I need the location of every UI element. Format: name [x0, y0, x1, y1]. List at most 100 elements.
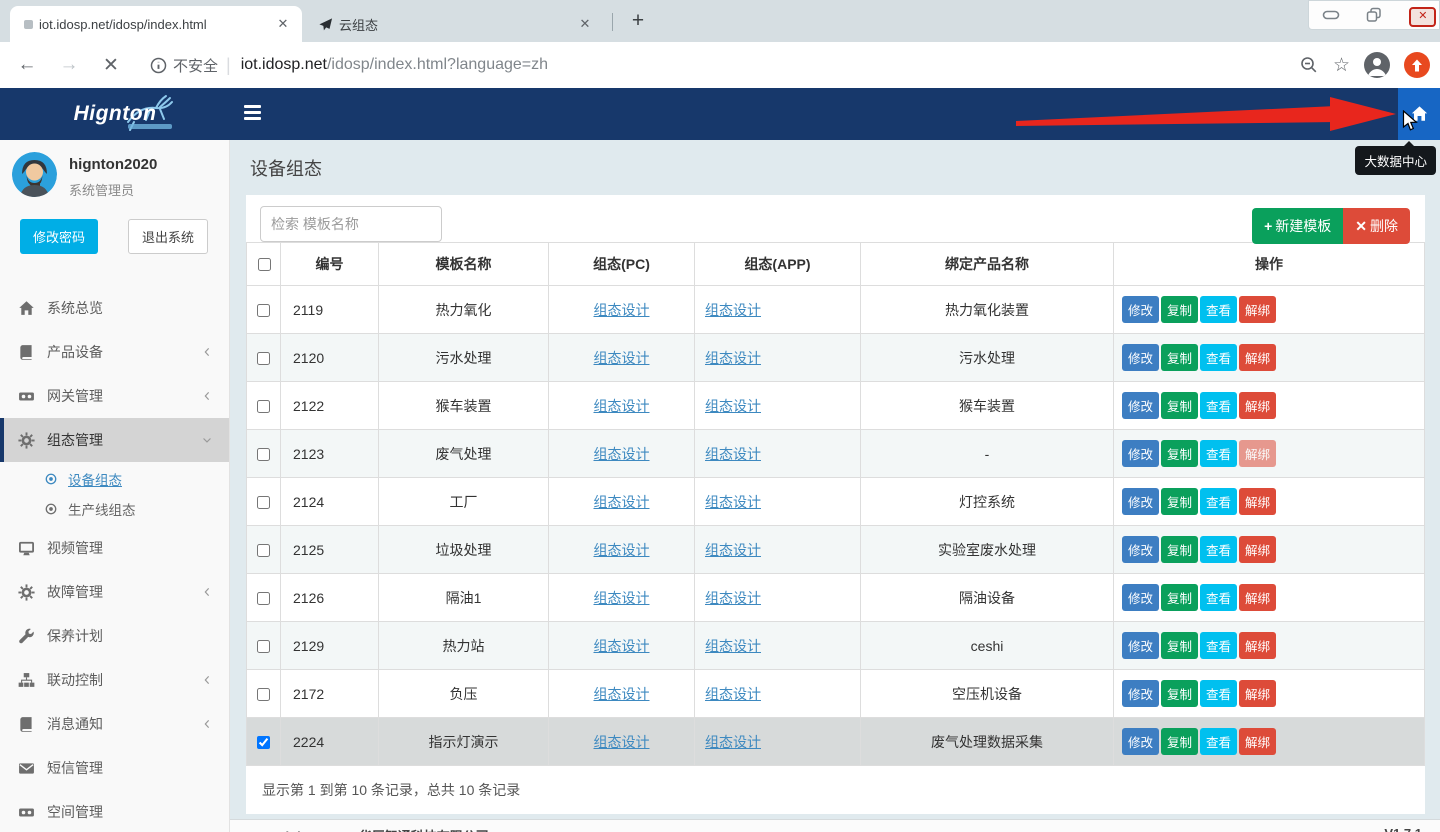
sidebar-item-0[interactable]: 系统总览 — [0, 286, 229, 330]
copy-button[interactable]: 复制 — [1161, 296, 1198, 323]
pc-design-link[interactable]: 组态设计 — [594, 398, 650, 414]
row-checkbox[interactable] — [257, 496, 270, 509]
copy-button[interactable]: 复制 — [1161, 536, 1198, 563]
unbind-button[interactable]: 解绑 — [1239, 680, 1276, 707]
delete-button[interactable]: ✕ 删除 — [1343, 208, 1410, 244]
sidebar-item-4[interactable]: 视频管理 — [0, 526, 229, 570]
unbind-button[interactable]: 解绑 — [1239, 584, 1276, 611]
unbind-button[interactable]: 解绑 — [1239, 440, 1276, 467]
view-button[interactable]: 查看 — [1200, 632, 1237, 659]
edit-button[interactable]: 修改 — [1122, 536, 1159, 563]
browser-tab-1[interactable]: iot.idosp.net/idosp/index.html ✕ — [10, 6, 302, 42]
unbind-button[interactable]: 解绑 — [1239, 296, 1276, 323]
new-tab-button[interactable]: + — [624, 8, 652, 36]
row-checkbox[interactable] — [257, 304, 270, 317]
row-checkbox[interactable] — [257, 592, 270, 605]
tab-close-icon[interactable]: ✕ — [274, 15, 292, 33]
view-button[interactable]: 查看 — [1200, 296, 1237, 323]
bookmark-star-icon[interactable]: ☆ — [1333, 54, 1350, 77]
edit-button[interactable]: 修改 — [1122, 680, 1159, 707]
app-design-link[interactable]: 组态设计 — [705, 494, 761, 510]
app-design-link[interactable]: 组态设计 — [705, 542, 761, 558]
window-close-icon[interactable]: ✕ ✕ — [1404, 5, 1430, 25]
copy-button[interactable]: 复制 — [1161, 584, 1198, 611]
unbind-button[interactable]: 解绑 — [1239, 728, 1276, 755]
pc-design-link[interactable]: 组态设计 — [594, 734, 650, 750]
edit-button[interactable]: 修改 — [1122, 344, 1159, 371]
copy-button[interactable]: 复制 — [1161, 440, 1198, 467]
profile-avatar-icon[interactable] — [1364, 52, 1390, 78]
zoom-out-icon[interactable] — [1299, 55, 1319, 75]
copy-button[interactable]: 复制 — [1161, 392, 1198, 419]
view-button[interactable]: 查看 — [1200, 488, 1237, 515]
info-icon[interactable] — [150, 57, 167, 74]
omnibox[interactable]: 不安全 | iot.idosp.net /idosp/index.html?la… — [150, 55, 548, 76]
home-button[interactable] — [1398, 88, 1440, 140]
unbind-button[interactable]: 解绑 — [1239, 536, 1276, 563]
unbind-button[interactable]: 解绑 — [1239, 488, 1276, 515]
app-design-link[interactable]: 组态设计 — [705, 638, 761, 654]
copy-button[interactable]: 复制 — [1161, 488, 1198, 515]
app-design-link[interactable]: 组态设计 — [705, 446, 761, 462]
copy-button[interactable]: 复制 — [1161, 728, 1198, 755]
edit-button[interactable]: 修改 — [1122, 296, 1159, 323]
view-button[interactable]: 查看 — [1200, 440, 1237, 467]
sidebar-item-2[interactable]: 网关管理 — [0, 374, 229, 418]
unbind-button[interactable]: 解绑 — [1239, 344, 1276, 371]
sidebar-item-6[interactable]: 保养计划 — [0, 614, 229, 658]
view-button[interactable]: 查看 — [1200, 728, 1237, 755]
app-design-link[interactable]: 组态设计 — [705, 590, 761, 606]
browser-tab-2[interactable]: 云组态 ✕ — [308, 6, 604, 42]
edit-button[interactable]: 修改 — [1122, 488, 1159, 515]
pc-design-link[interactable]: 组态设计 — [594, 494, 650, 510]
sidebar-item-8[interactable]: 消息通知 — [0, 702, 229, 746]
view-button[interactable]: 查看 — [1200, 680, 1237, 707]
sidebar-item-3[interactable]: 组态管理 — [0, 418, 229, 462]
sidebar-item-5[interactable]: 故障管理 — [0, 570, 229, 614]
unbind-button[interactable]: 解绑 — [1239, 392, 1276, 419]
sidebar-subitem-3-0[interactable]: 设备组态 — [0, 464, 229, 494]
new-template-button[interactable]: + 新建模板 — [1252, 208, 1343, 244]
stop-loading-icon[interactable]: ✕ — [96, 54, 126, 77]
window-minimize-icon[interactable] — [1318, 5, 1344, 25]
pc-design-link[interactable]: 组态设计 — [594, 638, 650, 654]
back-icon[interactable]: ← — [12, 54, 42, 76]
view-button[interactable]: 查看 — [1200, 344, 1237, 371]
sidebar-item-7[interactable]: 联动控制 — [0, 658, 229, 702]
change-password-button[interactable]: 修改密码 — [20, 219, 98, 254]
forward-icon[interactable]: → — [54, 54, 84, 76]
row-checkbox[interactable] — [257, 448, 270, 461]
app-design-link[interactable]: 组态设计 — [705, 686, 761, 702]
edit-button[interactable]: 修改 — [1122, 392, 1159, 419]
pc-design-link[interactable]: 组态设计 — [594, 590, 650, 606]
row-checkbox[interactable] — [257, 688, 270, 701]
window-restore-icon[interactable] — [1361, 5, 1387, 25]
unbind-button[interactable]: 解绑 — [1239, 632, 1276, 659]
row-checkbox[interactable] — [257, 544, 270, 557]
edit-button[interactable]: 修改 — [1122, 632, 1159, 659]
pc-design-link[interactable]: 组态设计 — [594, 542, 650, 558]
copy-button[interactable]: 复制 — [1161, 680, 1198, 707]
sidebar-subitem-3-1[interactable]: 生产线组态 — [0, 494, 229, 524]
pc-design-link[interactable]: 组态设计 — [594, 686, 650, 702]
pc-design-link[interactable]: 组态设计 — [594, 446, 650, 462]
tab-close-icon[interactable]: ✕ — [576, 15, 594, 33]
sidebar-item-9[interactable]: 短信管理 — [0, 746, 229, 790]
app-design-link[interactable]: 组态设计 — [705, 302, 761, 318]
view-button[interactable]: 查看 — [1200, 584, 1237, 611]
sidebar-toggle-icon[interactable] — [244, 105, 261, 122]
select-all-checkbox[interactable] — [258, 258, 271, 271]
sidebar-item-1[interactable]: 产品设备 — [0, 330, 229, 374]
pc-design-link[interactable]: 组态设计 — [594, 350, 650, 366]
app-design-link[interactable]: 组态设计 — [705, 734, 761, 750]
copy-button[interactable]: 复制 — [1161, 632, 1198, 659]
browser-update-icon[interactable] — [1404, 52, 1430, 78]
edit-button[interactable]: 修改 — [1122, 728, 1159, 755]
edit-button[interactable]: 修改 — [1122, 584, 1159, 611]
row-checkbox[interactable] — [257, 640, 270, 653]
pc-design-link[interactable]: 组态设计 — [594, 302, 650, 318]
search-input[interactable] — [260, 206, 442, 242]
row-checkbox[interactable] — [257, 400, 270, 413]
view-button[interactable]: 查看 — [1200, 536, 1237, 563]
copy-button[interactable]: 复制 — [1161, 344, 1198, 371]
